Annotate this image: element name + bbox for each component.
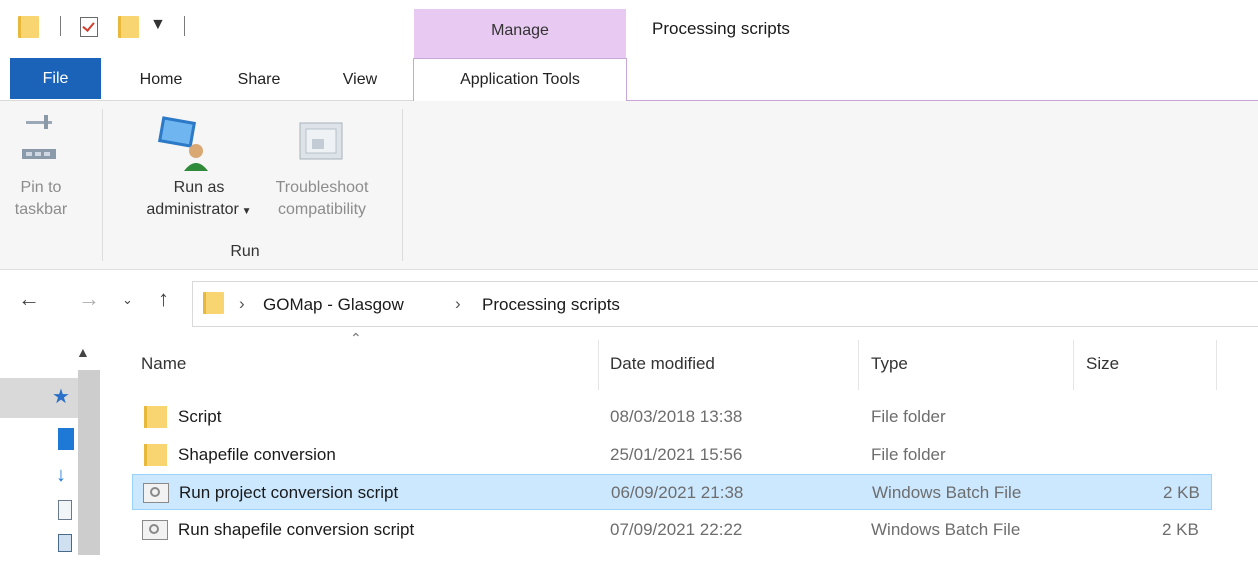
tab-view[interactable]: View: [330, 58, 390, 101]
column-header-size[interactable]: Size: [1086, 354, 1119, 374]
forward-arrow-icon[interactable]: →: [78, 286, 100, 312]
list-item[interactable]: Script 08/03/2018 13:38 File folder: [132, 399, 1212, 435]
file-type: File folder: [871, 407, 946, 426]
run-as-admin-button[interactable]: [154, 113, 214, 175]
column-header-date-modified[interactable]: Date modified: [610, 354, 715, 374]
file-name: Script: [178, 407, 222, 426]
breadcrumb-item[interactable]: GOMap - Glasgow: [263, 295, 404, 315]
column-divider[interactable]: [1073, 340, 1074, 390]
sort-ascending-icon: ⌃: [350, 330, 362, 346]
scrollbar-thumb[interactable]: [78, 370, 100, 555]
troubleshoot-label: Troubleshoot compatibility: [256, 177, 388, 221]
separator: [184, 16, 185, 36]
column-header-type[interactable]: Type: [871, 354, 908, 374]
list-item-selected[interactable]: Run project conversion script 06/09/2021…: [132, 474, 1212, 510]
breadcrumb-item[interactable]: Processing scripts: [482, 295, 620, 315]
pictures-icon[interactable]: [58, 534, 72, 552]
up-arrow-icon[interactable]: ↑: [158, 286, 169, 312]
properties-icon[interactable]: [80, 17, 98, 37]
file-date: 07/09/2021 22:22: [610, 520, 743, 539]
file-name: Run shapefile conversion script: [178, 520, 415, 539]
folder-icon: [144, 406, 167, 428]
back-arrow-icon[interactable]: ←: [18, 286, 40, 312]
desktop-icon[interactable]: [58, 428, 74, 450]
tab-file[interactable]: File: [10, 58, 101, 99]
ribbon-tabs: File Home Share View Application Tools: [0, 58, 1258, 101]
folder-icon: [203, 292, 224, 314]
breadcrumb-chevron-icon[interactable]: ›: [455, 294, 461, 314]
run-as-label-line1: Run as: [173, 179, 225, 196]
manage-label: Manage: [491, 22, 549, 39]
tab-share[interactable]: Share: [224, 58, 294, 101]
quick-access-item[interactable]: ★: [0, 378, 78, 418]
file-date: 08/03/2018 13:38: [610, 407, 743, 426]
batch-file-icon: [143, 483, 169, 503]
navigation-bar: ← → ⌄ ↑ › GOMap - Glasgow › Processing s…: [0, 274, 1258, 330]
pin-to-taskbar-button[interactable]: [18, 115, 66, 175]
group-separator: [402, 109, 403, 261]
run-as-administrator-icon: [158, 116, 208, 171]
new-folder-icon[interactable]: [118, 16, 139, 38]
run-as-label: Run as administrator ▼: [134, 177, 264, 223]
pin-label-line2: taskbar: [14, 201, 68, 218]
list-item[interactable]: Shapefile conversion 25/01/2021 15:56 Fi…: [132, 437, 1212, 473]
file-type: Windows Batch File: [872, 483, 1022, 502]
file-date: 06/09/2021 21:38: [611, 483, 744, 502]
ribbon-panel: Pin to taskbar Run as administrator ▼ Tr…: [0, 101, 1258, 270]
dropdown-arrow-icon[interactable]: ▼: [239, 206, 252, 217]
navigation-pane[interactable]: ★ ↓ ▲: [0, 330, 104, 577]
troubleshoot-label-line2: compatibility: [277, 201, 367, 218]
downloads-icon[interactable]: ↓: [56, 464, 66, 487]
troubleshoot-icon: [299, 122, 343, 160]
tab-home[interactable]: Home: [126, 58, 196, 101]
file-name: Shapefile conversion: [178, 445, 336, 464]
run-as-label-line2: administrator: [146, 201, 239, 218]
folder-icon: [18, 16, 39, 38]
folder-icon: [144, 444, 167, 466]
customize-quick-access-icon[interactable]: ▼: [150, 16, 166, 34]
group-run-label: Run: [230, 243, 260, 260]
pin-label-line1: Pin to: [20, 179, 62, 196]
list-item[interactable]: Run shapefile conversion script 07/09/20…: [132, 512, 1212, 548]
title-bar: ▼ Manage Processing scripts: [0, 0, 1258, 59]
column-divider[interactable]: [598, 340, 599, 390]
batch-file-icon: [142, 520, 168, 540]
file-list: ⌃ Name Date modified Type Size Script 08…: [104, 330, 1258, 577]
group-separator: [102, 109, 103, 261]
file-type: Windows Batch File: [871, 520, 1021, 539]
file-size: 2 KB: [1163, 483, 1200, 502]
column-divider[interactable]: [1216, 340, 1217, 390]
file-name: Run project conversion script: [179, 483, 399, 502]
troubleshoot-button[interactable]: [296, 121, 346, 165]
file-date: 25/01/2021 15:56: [610, 445, 743, 464]
separator: [60, 16, 61, 36]
documents-icon[interactable]: [58, 500, 72, 520]
troubleshoot-label-line1: Troubleshoot: [275, 179, 369, 196]
file-size: 2 KB: [1162, 520, 1199, 539]
pin-icon: [22, 115, 56, 159]
scroll-up-icon[interactable]: ▲: [76, 344, 90, 360]
quick-access-star-icon: ★: [52, 386, 70, 408]
pin-label: Pin to taskbar: [12, 177, 70, 221]
address-bar[interactable]: › GOMap - Glasgow › Processing scripts: [192, 281, 1258, 327]
window-title: Processing scripts: [652, 19, 790, 38]
tab-application-tools[interactable]: Application Tools: [413, 58, 627, 101]
breadcrumb-chevron-icon[interactable]: ›: [239, 294, 245, 314]
column-divider[interactable]: [858, 340, 859, 390]
file-type: File folder: [871, 445, 946, 464]
column-header-name[interactable]: Name: [141, 354, 186, 374]
recent-locations-chevron-icon[interactable]: ⌄: [122, 292, 133, 308]
